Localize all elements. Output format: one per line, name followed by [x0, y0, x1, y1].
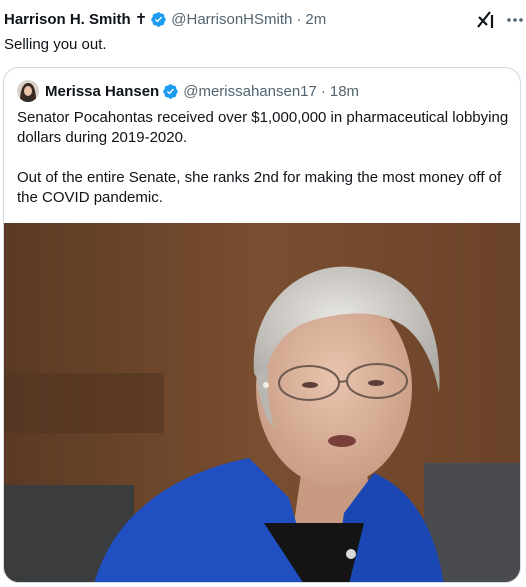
- author-handle[interactable]: @HarrisonHSmith: [171, 11, 292, 28]
- quote-author-handle[interactable]: @merissahansen17: [183, 83, 317, 100]
- quote-paragraph: Senator Pocahontas received over $1,000,…: [17, 109, 509, 146]
- post-time[interactable]: 2m: [305, 11, 326, 28]
- grok-icon[interactable]: [475, 9, 497, 31]
- avatar[interactable]: [17, 80, 39, 102]
- author-name[interactable]: Harrison H. Smith: [4, 11, 131, 28]
- verified-icon[interactable]: [150, 11, 167, 28]
- more-icon[interactable]: [506, 9, 524, 31]
- separator-dot: ·: [320, 82, 326, 100]
- quote-text: Senator Pocahontas received over $1,000,…: [17, 108, 512, 208]
- quote-header: Merissa Hansen @merissahansen17 · 18m: [17, 80, 359, 102]
- quote-author-name[interactable]: Merissa Hansen: [45, 83, 159, 100]
- post-header: Harrison H. Smith ✝ @HarrisonHSmith · 2m: [4, 11, 326, 28]
- quote-media-photo[interactable]: [4, 223, 520, 582]
- verified-icon[interactable]: [162, 83, 179, 100]
- cross-icon: ✝: [134, 11, 148, 28]
- quote-time[interactable]: 18m: [330, 83, 359, 100]
- quoted-post-card[interactable]: Merissa Hansen @merissahansen17 · 18m Se…: [3, 67, 521, 583]
- separator-dot: ·: [296, 11, 302, 28]
- quote-paragraph: Out of the entire Senate, she ranks 2nd …: [17, 169, 502, 206]
- post-text: Selling you out.: [4, 36, 107, 53]
